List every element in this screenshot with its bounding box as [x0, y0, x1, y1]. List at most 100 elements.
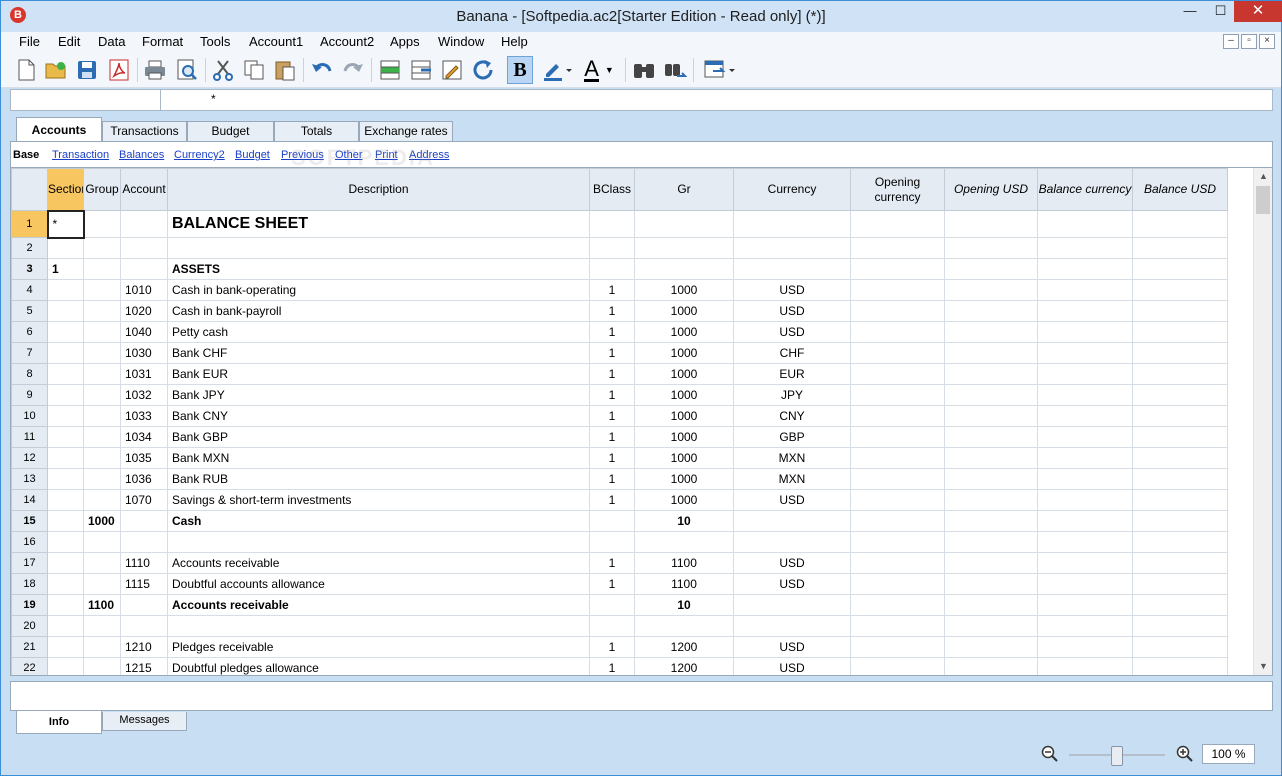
- cell-balance-currency[interactable]: [1037, 279, 1133, 301]
- cell-balance-currency[interactable]: [1037, 657, 1133, 675]
- menu-apps[interactable]: Apps: [390, 34, 420, 49]
- cell-section[interactable]: [47, 363, 84, 385]
- redo-icon[interactable]: [340, 56, 366, 84]
- cell-gr[interactable]: [634, 615, 734, 637]
- zoom-in-icon[interactable]: [1176, 745, 1194, 763]
- cell-account[interactable]: 1040: [120, 321, 168, 343]
- cell-balance-usd[interactable]: [1132, 363, 1228, 385]
- cell-account[interactable]: [120, 258, 168, 280]
- cell-opening-usd[interactable]: [944, 489, 1038, 511]
- bold-button[interactable]: B: [507, 56, 533, 84]
- mdi-restore-button[interactable]: ▫: [1241, 34, 1257, 49]
- vertical-scrollbar[interactable]: ▲ ▼: [1253, 168, 1272, 675]
- cell-reference-box[interactable]: [11, 90, 161, 110]
- cell-section[interactable]: [47, 405, 84, 427]
- cell-opening-currency[interactable]: [850, 342, 945, 364]
- cell-balance-usd[interactable]: [1132, 531, 1228, 553]
- cell-balance-currency[interactable]: [1037, 384, 1133, 406]
- cell-currency[interactable]: USD: [733, 657, 851, 675]
- cell-description[interactable]: Bank CNY: [167, 405, 590, 427]
- cell-gr[interactable]: [634, 237, 734, 259]
- cell-currency[interactable]: USD: [733, 321, 851, 343]
- cell-section[interactable]: [47, 594, 84, 616]
- cell-balance-usd[interactable]: [1132, 237, 1228, 259]
- row-number[interactable]: 14: [11, 489, 48, 511]
- cell-group[interactable]: [83, 468, 121, 490]
- close-button[interactable]: ✕: [1234, 1, 1282, 22]
- cell-opening-usd[interactable]: [944, 342, 1038, 364]
- cell-opening-usd[interactable]: [944, 594, 1038, 616]
- row-number[interactable]: 22: [11, 657, 48, 675]
- cell-group[interactable]: [83, 321, 121, 343]
- cell-currency[interactable]: EUR: [733, 363, 851, 385]
- zoom-out-icon[interactable]: [1041, 745, 1059, 763]
- cell-description[interactable]: BALANCE SHEET: [167, 210, 590, 238]
- menu-account2[interactable]: Account2: [320, 34, 374, 49]
- scroll-thumb[interactable]: [1256, 186, 1270, 214]
- menu-window[interactable]: Window: [438, 34, 484, 49]
- cell-gr[interactable]: 1200: [634, 657, 734, 675]
- cell-gr[interactable]: 1000: [634, 321, 734, 343]
- cell-bclass[interactable]: 1: [589, 321, 635, 343]
- cell-bclass[interactable]: [589, 210, 635, 238]
- menu-edit[interactable]: Edit: [58, 34, 80, 49]
- cell-balance-usd[interactable]: [1132, 468, 1228, 490]
- cell-currency[interactable]: [733, 258, 851, 280]
- header-gr[interactable]: Gr: [634, 168, 734, 211]
- cell-opening-usd[interactable]: [944, 426, 1038, 448]
- zoom-level-field[interactable]: 100 %: [1202, 744, 1255, 764]
- cell-group[interactable]: [83, 657, 121, 675]
- cell-group[interactable]: [83, 384, 121, 406]
- cell-group[interactable]: [83, 426, 121, 448]
- view-transaction[interactable]: Transaction: [52, 149, 109, 161]
- header-section[interactable]: Section: [47, 168, 84, 211]
- header-currency[interactable]: Currency: [733, 168, 851, 211]
- cell-opening-usd[interactable]: [944, 552, 1038, 574]
- cell-account[interactable]: [120, 615, 168, 637]
- row-number[interactable]: 18: [11, 573, 48, 595]
- cell-balance-usd[interactable]: [1132, 657, 1228, 675]
- cell-balance-currency[interactable]: [1037, 615, 1133, 637]
- cell-gr[interactable]: 1000: [634, 384, 734, 406]
- cell-bclass[interactable]: 1: [589, 279, 635, 301]
- cell-opening-currency[interactable]: [850, 426, 945, 448]
- cell-balance-usd[interactable]: [1132, 573, 1228, 595]
- cell-opening-currency[interactable]: [850, 552, 945, 574]
- cell-opening-usd[interactable]: [944, 657, 1038, 675]
- cell-group[interactable]: [83, 300, 121, 322]
- cell-opening-currency[interactable]: [850, 279, 945, 301]
- recalculate-icon[interactable]: [470, 56, 496, 84]
- cell-opening-currency[interactable]: [850, 237, 945, 259]
- cell-section[interactable]: [47, 636, 84, 658]
- cell-balance-currency[interactable]: [1037, 426, 1133, 448]
- cell-bclass[interactable]: 1: [589, 552, 635, 574]
- cell-bclass[interactable]: 1: [589, 657, 635, 675]
- cell-section[interactable]: [47, 342, 84, 364]
- cell-bclass[interactable]: [589, 531, 635, 553]
- cell-group[interactable]: [83, 405, 121, 427]
- cell-section[interactable]: [47, 657, 84, 675]
- cell-bclass[interactable]: 1: [589, 468, 635, 490]
- cell-group[interactable]: 1000: [83, 510, 121, 532]
- cell-gr[interactable]: [634, 258, 734, 280]
- cell-opening-currency[interactable]: [850, 210, 945, 238]
- cell-balance-usd[interactable]: [1132, 615, 1228, 637]
- cell-gr[interactable]: [634, 531, 734, 553]
- cell-gr[interactable]: 1000: [634, 489, 734, 511]
- zoom-slider-thumb[interactable]: [1111, 746, 1123, 766]
- cell-opening-usd[interactable]: [944, 237, 1038, 259]
- cell-group[interactable]: [83, 258, 121, 280]
- cell-balance-usd[interactable]: [1132, 426, 1228, 448]
- tab-accounts[interactable]: Accounts: [16, 117, 102, 141]
- open-folder-icon[interactable]: [43, 56, 69, 84]
- row-number[interactable]: 9: [11, 384, 48, 406]
- cell-description[interactable]: Bank CHF: [167, 342, 590, 364]
- window-icon[interactable]: [699, 56, 739, 84]
- cell-section[interactable]: [47, 531, 84, 553]
- cell-bclass[interactable]: 1: [589, 636, 635, 658]
- cell-account[interactable]: 1110: [120, 552, 168, 574]
- menu-data[interactable]: Data: [98, 34, 125, 49]
- row-number[interactable]: 2: [11, 237, 48, 259]
- tab-budget[interactable]: Budget: [187, 121, 274, 141]
- paste-icon[interactable]: [272, 56, 298, 84]
